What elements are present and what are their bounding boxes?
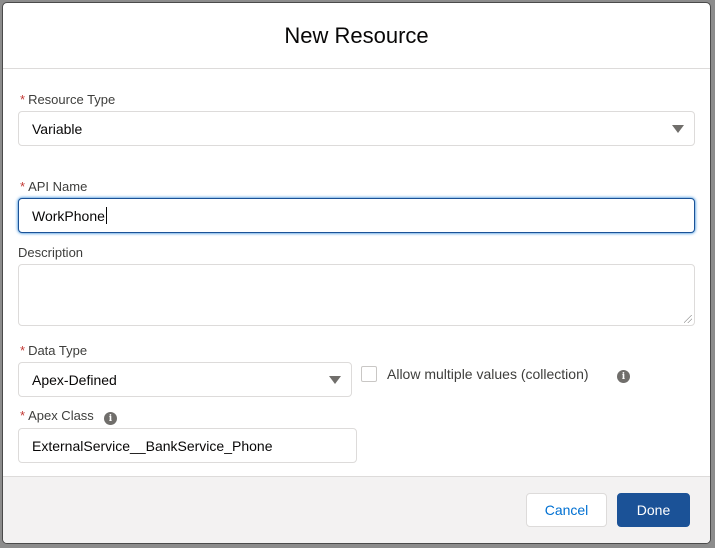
- allow-multiple-label: Allow multiple values (collection): [387, 366, 589, 382]
- description-label: Description: [18, 245, 83, 260]
- api-name-label: * API Name: [20, 179, 87, 194]
- resource-type-label: * Resource Type: [20, 92, 115, 107]
- info-icon[interactable]: i: [104, 412, 117, 425]
- required-marker: *: [20, 408, 26, 423]
- text-cursor: [105, 207, 107, 224]
- modal-footer: Cancel Done: [3, 476, 710, 543]
- description-label-text: Description: [18, 245, 84, 260]
- data-type-select[interactable]: Apex-Defined: [18, 362, 352, 397]
- apex-class-label-text: Apex Class: [28, 408, 94, 423]
- api-name-label-text: API Name: [28, 179, 88, 194]
- resource-type-select[interactable]: Variable: [18, 111, 695, 146]
- modal-header: New Resource: [3, 3, 710, 69]
- resource-type-value: Variable: [32, 120, 83, 137]
- apex-class-value: ExternalService__BankService_Phone: [32, 437, 273, 454]
- data-type-label: * Data Type: [20, 343, 87, 358]
- chevron-down-icon: [672, 124, 684, 133]
- api-name-value: WorkPhone: [32, 207, 105, 224]
- data-type-label-text: Data Type: [28, 343, 88, 358]
- required-marker: *: [20, 179, 26, 194]
- apex-class-label: * Apex Class: [20, 408, 94, 423]
- info-icon[interactable]: i: [617, 370, 630, 383]
- modal-body: * Resource Type Variable * API Name Work…: [3, 69, 710, 479]
- description-textarea[interactable]: [18, 264, 695, 326]
- done-button[interactable]: Done: [617, 493, 690, 527]
- allow-multiple-label-text: Allow multiple values (collection): [387, 366, 589, 382]
- cancel-button[interactable]: Cancel: [526, 493, 607, 527]
- chevron-down-icon: [329, 375, 341, 384]
- resource-type-label-text: Resource Type: [28, 92, 116, 107]
- modal-title: New Resource: [284, 22, 429, 48]
- required-marker: *: [20, 92, 26, 107]
- allow-multiple-checkbox[interactable]: [361, 366, 377, 382]
- api-name-input[interactable]: WorkPhone: [18, 198, 695, 233]
- resize-handle-icon[interactable]: [684, 315, 692, 323]
- apex-class-input[interactable]: ExternalService__BankService_Phone: [18, 428, 357, 463]
- data-type-value: Apex-Defined: [32, 371, 117, 388]
- new-resource-modal: New Resource * Resource Type Variable * …: [2, 2, 711, 544]
- required-marker: *: [20, 343, 26, 358]
